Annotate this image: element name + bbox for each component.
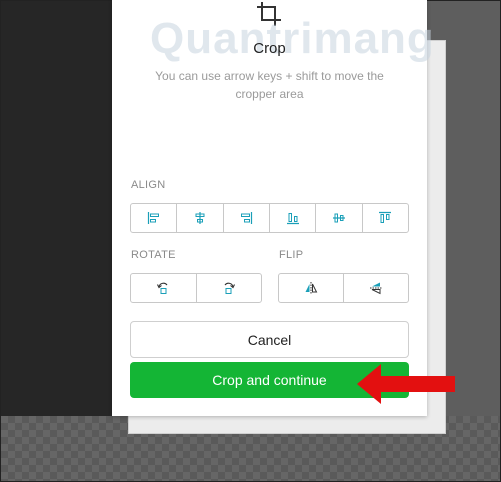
rotate-label: ROTATE (131, 249, 176, 261)
align-bottom-icon (286, 213, 299, 225)
align-top-icon (379, 211, 392, 223)
flip-label: FLIP (279, 249, 304, 261)
align-center-horizontal-icon (195, 212, 205, 224)
rotate-left-icon (157, 282, 168, 294)
rotate-right-icon (224, 282, 235, 294)
align-right-button[interactable] (224, 204, 270, 232)
flip-horizontal-button[interactable] (279, 274, 344, 302)
align-right-icon (241, 212, 253, 224)
align-center-vertical-icon (332, 213, 345, 223)
align-center-horizontal-button[interactable] (177, 204, 224, 232)
crop-panel: Quantrimang Crop You can use arrow keys … (112, 0, 434, 416)
flip-vertical-icon (370, 282, 382, 295)
rotate-button-group (130, 273, 262, 303)
align-left-icon (147, 212, 159, 224)
align-label: ALIGN (131, 179, 166, 191)
align-center-vertical-button[interactable] (316, 204, 363, 232)
flip-vertical-button[interactable] (344, 274, 408, 302)
annotation-arrow-icon (357, 364, 455, 404)
panel-hint: You can use arrow keys + shift to move t… (155, 69, 384, 101)
panel-title: Crop (253, 40, 286, 57)
image-canvas-area (1, 1, 112, 416)
flip-button-group (278, 273, 409, 303)
align-left-button[interactable] (131, 204, 178, 232)
flip-horizontal-icon (305, 282, 318, 294)
align-bottom-button[interactable] (270, 204, 317, 232)
rotate-left-button[interactable] (131, 274, 197, 302)
align-button-group (130, 203, 409, 233)
cancel-button[interactable]: Cancel (130, 321, 409, 358)
rotate-right-button[interactable] (197, 274, 262, 302)
align-top-button[interactable] (363, 204, 408, 232)
